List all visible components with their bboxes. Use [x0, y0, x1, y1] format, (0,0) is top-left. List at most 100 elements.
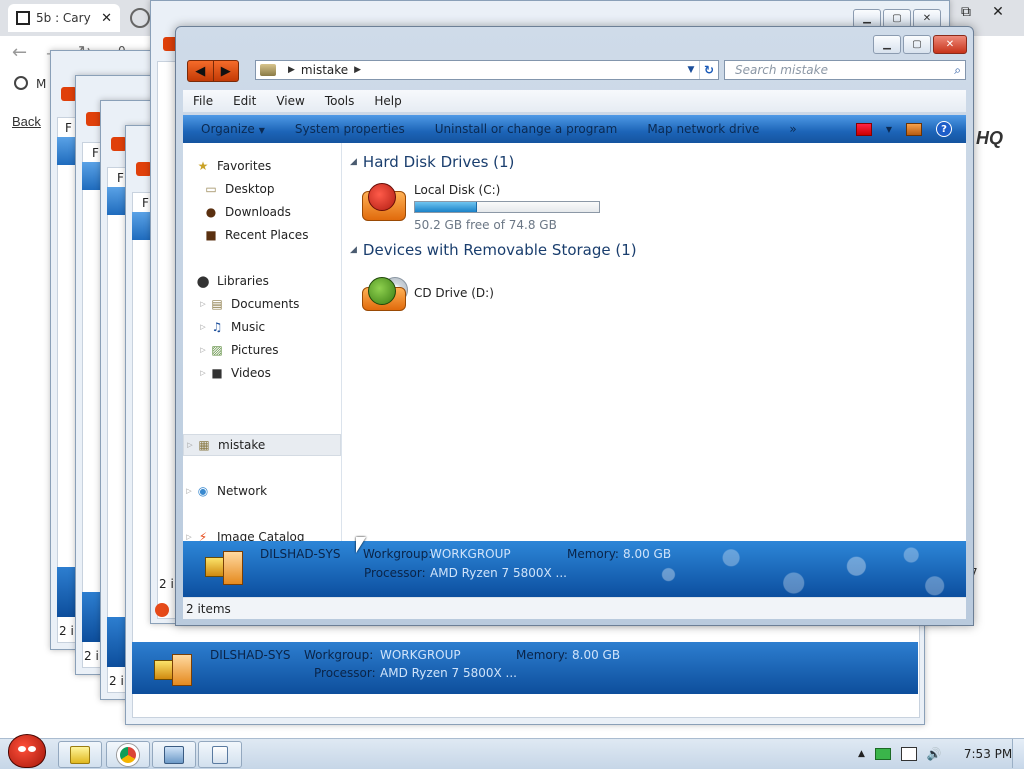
expand-icon[interactable]: ▷	[197, 346, 209, 354]
drive-usage-bar	[414, 201, 600, 213]
group-header-hard-disks[interactable]: ◢ Hard Disk Drives (1)	[350, 153, 514, 171]
refresh-icon[interactable]: ↻	[699, 61, 718, 79]
battery-icon[interactable]	[874, 747, 891, 760]
chrome-icon	[117, 743, 139, 766]
organize-button[interactable]: Organize ▼	[183, 122, 280, 136]
nav-desktop[interactable]: ▭ Desktop	[203, 178, 341, 200]
browser-close-button[interactable]: ✕	[982, 0, 1014, 24]
tab-close-icon[interactable]: ✕	[101, 11, 112, 26]
taskbar-notepad-button[interactable]	[198, 741, 242, 768]
tab-favicon-icon	[16, 11, 30, 25]
breadcrumb-separator[interactable]: ▶	[288, 65, 295, 75]
globe-icon[interactable]	[130, 8, 150, 28]
nav-documents[interactable]: ▷ ▤ Documents	[197, 293, 341, 315]
breadcrumb-item[interactable]: mistake	[301, 63, 348, 77]
help-icon[interactable]: ?	[936, 121, 952, 137]
expand-icon[interactable]: ▷	[197, 300, 209, 308]
menu-file[interactable]: File	[183, 94, 223, 108]
search-icon[interactable]: ⌕	[954, 63, 961, 78]
bookmark-label[interactable]: M	[36, 77, 46, 91]
close-button[interactable]: ✕	[933, 35, 967, 54]
nav-videos[interactable]: ▷ ■ Videos	[197, 362, 341, 384]
address-dropdown-icon[interactable]: ▼	[683, 65, 699, 75]
memory-value: 8.00 GB	[623, 547, 672, 561]
expand-icon[interactable]: ▷	[183, 487, 195, 495]
drive-name-d[interactable]: CD Drive (D:)	[414, 286, 494, 300]
cd-drive-icon[interactable]	[360, 271, 408, 313]
nav-label: Desktop	[225, 182, 275, 196]
expand-icon[interactable]: ▷	[197, 323, 209, 331]
menu-tools[interactable]: Tools	[315, 94, 365, 108]
show-hidden-icons[interactable]: ▲	[858, 749, 865, 759]
map-network-drive-button[interactable]: Map network drive	[632, 122, 774, 136]
search-input[interactable]: Search mistake ⌕	[724, 60, 966, 80]
taskbar-explorer-button[interactable]	[58, 741, 102, 768]
nav-label: Network	[217, 484, 268, 498]
taskbar-app-button[interactable]	[152, 741, 196, 768]
forward-button[interactable]: ▶	[214, 61, 239, 81]
status-text: 2 i	[59, 624, 74, 638]
item-count: 2 items	[186, 601, 231, 616]
nav-music[interactable]: ▷ ♫ Music	[197, 316, 341, 338]
chevron-down-icon[interactable]: ▼	[886, 125, 892, 134]
back-link[interactable]: Back	[12, 114, 41, 129]
angry-bird-start-icon	[8, 734, 46, 768]
menu-view[interactable]: View	[266, 94, 314, 108]
memory-label: Memory:	[516, 648, 568, 662]
more-commands-button[interactable]: »	[774, 122, 811, 136]
chevron-down-icon: ▼	[258, 126, 265, 135]
maximize-button[interactable]: ▢	[903, 35, 931, 54]
back-button[interactable]: ◀	[188, 61, 214, 81]
collapse-icon[interactable]: ◢	[350, 157, 357, 167]
menu-edit[interactable]: Edit	[223, 94, 266, 108]
notepad-icon	[212, 745, 228, 764]
uninstall-program-button[interactable]: Uninstall or change a program	[420, 122, 633, 136]
network-tray-icon[interactable]	[900, 746, 917, 761]
menu-label: F	[117, 171, 124, 185]
clock[interactable]: 7:53 PM	[964, 747, 1012, 761]
start-button[interactable]	[4, 730, 48, 768]
collapse-icon[interactable]: ◢	[350, 245, 357, 255]
nav-recent-places[interactable]: ■ Recent Places	[203, 224, 341, 246]
memory-label: Memory:	[567, 547, 619, 561]
nav-computer[interactable]: ▷ ▦ mistake	[183, 434, 341, 456]
address-bar[interactable]: ▶ mistake ▶ ▼ ↻	[255, 60, 719, 80]
menu-label: F	[92, 146, 99, 160]
local-disk-icon[interactable]	[360, 181, 406, 223]
expand-icon[interactable]: ▷	[197, 369, 209, 377]
show-desktop-button[interactable]	[1012, 739, 1024, 768]
browser-tab[interactable]: 5b : Cary ✕	[8, 4, 120, 32]
nav-downloads[interactable]: ● Downloads	[203, 201, 341, 223]
nav-pictures[interactable]: ▷ ▨ Pictures	[197, 339, 341, 361]
taskbar-chrome-button[interactable]	[106, 741, 150, 768]
change-view-icon[interactable]	[855, 122, 872, 136]
status-text: 2 i	[159, 577, 174, 591]
drive-usage-fill	[415, 202, 477, 212]
status-text: 2 i	[109, 674, 124, 688]
computer-name: DILSHAD-SYS	[260, 547, 341, 561]
minimize-button[interactable]: ▁	[873, 35, 901, 54]
nav-favorites[interactable]: ★ Favorites	[183, 155, 341, 177]
breadcrumb-separator[interactable]: ▶	[354, 65, 361, 75]
menu-bar: File Edit View Tools Help	[183, 90, 966, 112]
computer-icon: ▦	[198, 438, 210, 452]
bookmark-globe-icon[interactable]	[14, 76, 28, 90]
menu-help[interactable]: Help	[364, 94, 411, 108]
preview-pane-icon[interactable]	[906, 122, 922, 136]
mouse-cursor-icon	[356, 537, 366, 553]
nav-label: Recent Places	[225, 228, 309, 242]
explorer-window[interactable]: ▁ ▢ ✕ ◀ ▶ ▶ mistake ▶ ▼ ↻ Search mistake…	[175, 26, 974, 626]
nav-libraries[interactable]: ● Libraries	[183, 270, 341, 292]
nav-network[interactable]: ▷ ◉ Network	[183, 480, 341, 502]
expand-icon[interactable]: ▷	[184, 441, 196, 449]
details-pane: DILSHAD-SYS Workgroup: WORKGROUP Memory:…	[132, 642, 918, 694]
drive-name-c[interactable]: Local Disk (C:)	[414, 183, 500, 197]
browser-back-icon[interactable]: ←	[12, 42, 27, 63]
volume-icon[interactable]: 🔊	[927, 747, 942, 761]
group-header-removable[interactable]: ◢ Devices with Removable Storage (1)	[350, 241, 637, 259]
browser-restore-button[interactable]: ⧉	[950, 0, 982, 24]
system-properties-button[interactable]: System properties	[280, 122, 420, 136]
memory-value: 8.00 GB	[572, 648, 621, 662]
catalog-icon	[155, 603, 169, 617]
expand-icon[interactable]: ▷	[183, 533, 195, 541]
